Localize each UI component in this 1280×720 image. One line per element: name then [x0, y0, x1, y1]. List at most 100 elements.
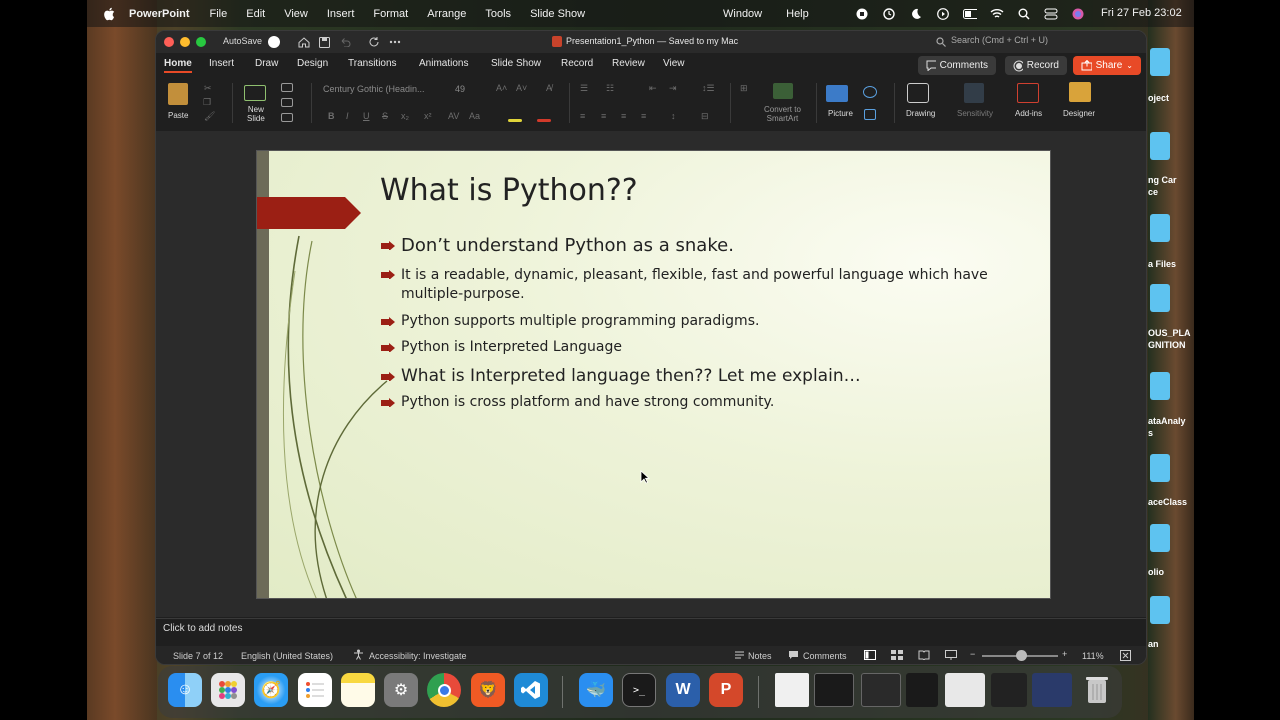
- comment-icon[interactable]: [788, 650, 799, 662]
- picture-icon[interactable]: [826, 85, 848, 102]
- slide-bullet[interactable]: What is Interpreted language then?? Let …: [381, 366, 1001, 386]
- record-button[interactable]: Record: [1005, 56, 1067, 75]
- decrease-font-size-icon[interactable]: A˅: [516, 83, 527, 93]
- bold-icon[interactable]: B: [328, 111, 335, 121]
- drawing-label[interactable]: Drawing: [906, 109, 935, 118]
- desktop-item-label[interactable]: ng Car: [1148, 175, 1177, 185]
- notes-icon[interactable]: [734, 650, 745, 662]
- desktop-item-label[interactable]: olio: [1148, 567, 1164, 577]
- desktop-item-label[interactable]: OUS_PLA: [1148, 328, 1191, 338]
- menu-view[interactable]: View: [284, 8, 308, 20]
- slide-bullet[interactable]: It is a readable, dynamic, pleasant, fle…: [381, 266, 1001, 304]
- trash-icon[interactable]: [1080, 673, 1114, 707]
- chrome-icon[interactable]: [427, 673, 461, 707]
- safari-icon[interactable]: 🧭: [254, 673, 288, 707]
- bullets-icon[interactable]: ☰: [580, 83, 588, 94]
- redo-icon[interactable]: [367, 35, 381, 49]
- slide-title[interactable]: What is Python??: [380, 173, 638, 208]
- window-thumbnail-icon[interactable]: [814, 673, 854, 707]
- tab-view[interactable]: View: [663, 58, 685, 69]
- underline-icon[interactable]: U: [363, 111, 370, 121]
- menu-edit[interactable]: Edit: [246, 8, 265, 20]
- numbering-icon[interactable]: ☷: [606, 83, 614, 94]
- smartart-icon[interactable]: [773, 83, 793, 99]
- cut-icon[interactable]: ✂: [204, 83, 212, 94]
- close-window-button[interactable]: [164, 37, 174, 47]
- window-thumbnail-icon[interactable]: [1032, 673, 1072, 707]
- tab-record[interactable]: Record: [561, 58, 593, 69]
- normal-view-icon[interactable]: [864, 650, 876, 662]
- desktop-item-label[interactable]: s: [1148, 428, 1153, 438]
- finder-icon[interactable]: ☺: [168, 673, 202, 707]
- timer-icon[interactable]: [882, 7, 896, 21]
- slide-bullet[interactable]: Don’t understand Python as a snake.: [381, 235, 1001, 256]
- clear-formatting-icon[interactable]: A̸: [546, 83, 552, 93]
- slide-bullet[interactable]: Python is cross platform and have strong…: [381, 394, 1001, 410]
- sensitivity-label[interactable]: Sensitivity: [957, 109, 993, 118]
- maximize-window-button[interactable]: [196, 37, 206, 47]
- drawing-icon[interactable]: [907, 83, 929, 103]
- desktop-folder-icon[interactable]: [1150, 372, 1170, 400]
- tab-design[interactable]: Design: [297, 58, 328, 69]
- zoom-level[interactable]: 111%: [1082, 651, 1104, 661]
- font-size-select[interactable]: 49: [455, 84, 465, 94]
- more-options-icon[interactable]: [388, 35, 402, 49]
- wifi-icon[interactable]: [990, 7, 1004, 21]
- control-center-icon[interactable]: [1044, 7, 1058, 21]
- desktop-folder-icon[interactable]: [1150, 48, 1170, 76]
- language-status[interactable]: English (United States): [241, 651, 333, 661]
- increase-indent-icon[interactable]: ⇥: [669, 83, 677, 94]
- add-ins-icon[interactable]: [1017, 83, 1039, 103]
- slide-editing-area[interactable]: What is Python?? Don’t understand Python…: [156, 131, 1146, 617]
- tab-home[interactable]: Home: [164, 58, 192, 69]
- zoom-out-icon[interactable]: −: [970, 649, 975, 659]
- app-name-menu[interactable]: PowerPoint: [129, 8, 190, 20]
- italic-icon[interactable]: I: [346, 111, 349, 121]
- decrease-indent-icon[interactable]: ⇤: [649, 83, 657, 94]
- desktop-folder-icon[interactable]: [1150, 284, 1170, 312]
- align-left-icon[interactable]: ≡: [580, 111, 585, 121]
- launchpad-icon[interactable]: [211, 673, 245, 707]
- section-icon[interactable]: [281, 113, 293, 122]
- notes-placeholder[interactable]: Click to add notes: [163, 623, 243, 634]
- window-thumbnail-icon[interactable]: [861, 673, 901, 707]
- strikethrough-icon[interactable]: S: [382, 111, 388, 121]
- align-right-icon[interactable]: ≡: [621, 111, 626, 121]
- word-icon[interactable]: W: [666, 673, 700, 707]
- document-title[interactable]: Presentation1_Python — Saved to my Mac: [566, 36, 738, 46]
- text-box-icon[interactable]: [864, 109, 876, 120]
- slideshow-view-icon[interactable]: [945, 650, 957, 662]
- zoom-slider-thumb[interactable]: [1016, 650, 1027, 661]
- apple-icon[interactable]: [101, 6, 117, 22]
- menu-bar-clock[interactable]: Fri 27 Feb 23:02: [1101, 7, 1182, 19]
- tab-insert[interactable]: Insert: [209, 58, 234, 69]
- autosave-toggle[interactable]: [268, 36, 280, 48]
- columns-icon[interactable]: ⊞: [740, 83, 748, 94]
- minimize-window-button[interactable]: [180, 37, 190, 47]
- slide-sorter-icon[interactable]: [891, 650, 903, 662]
- highlight-color-icon[interactable]: [508, 119, 522, 122]
- picture-label[interactable]: Picture: [828, 109, 853, 118]
- menu-slide-show[interactable]: Slide Show: [530, 8, 585, 20]
- window-thumbnail-icon[interactable]: [991, 673, 1027, 707]
- change-case-icon[interactable]: Aa: [469, 111, 480, 121]
- text-direction-icon[interactable]: ↕: [671, 111, 676, 121]
- reminders-icon[interactable]: [298, 673, 332, 707]
- menu-arrange[interactable]: Arrange: [427, 8, 466, 20]
- terminal-icon[interactable]: >_: [622, 673, 656, 707]
- menu-insert[interactable]: Insert: [327, 8, 355, 20]
- comments-toggle[interactable]: Comments: [803, 651, 847, 661]
- notes-pane[interactable]: Click to add notes: [156, 618, 1146, 640]
- search-icon[interactable]: [934, 35, 948, 49]
- battery-icon[interactable]: [963, 7, 977, 21]
- zoom-in-icon[interactable]: +: [1062, 649, 1067, 659]
- layout-icon[interactable]: [281, 83, 293, 92]
- reading-view-icon[interactable]: [918, 650, 930, 662]
- accessibility-status[interactable]: Accessibility: Investigate: [369, 651, 467, 661]
- desktop-item-label[interactable]: a Files: [1148, 259, 1176, 269]
- share-button[interactable]: Share ⌄: [1073, 56, 1141, 75]
- menu-help[interactable]: Help: [786, 8, 809, 20]
- new-slide-label[interactable]: New Slide: [247, 105, 265, 123]
- convert-to-smartart-label[interactable]: Convert to SmartArt: [764, 105, 801, 123]
- slide-bullet-list[interactable]: Don’t understand Python as a snake. It i…: [381, 235, 1001, 410]
